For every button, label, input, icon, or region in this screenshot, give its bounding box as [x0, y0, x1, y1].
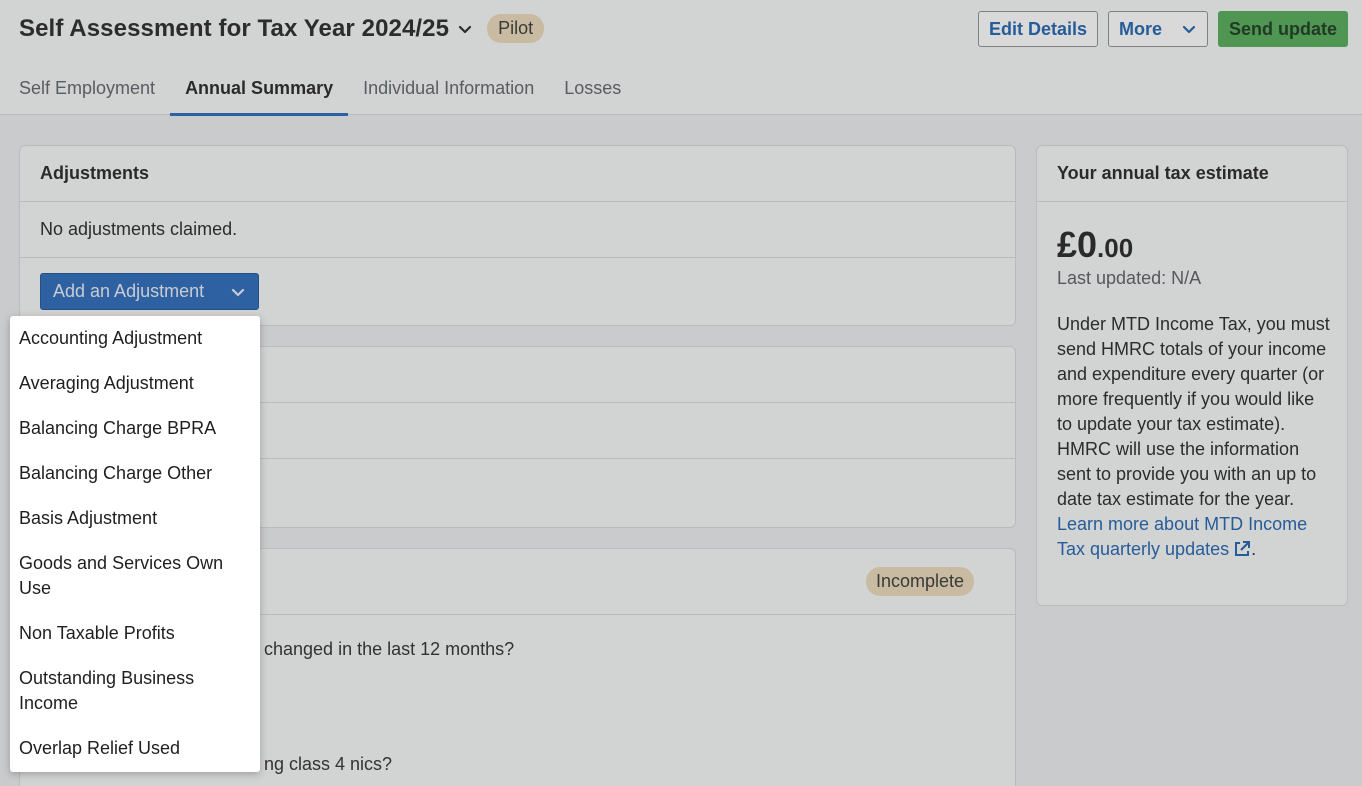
pilot-badge: Pilot [487, 14, 545, 43]
description-text: Under MTD Income Tax, you must send HMRC… [1057, 314, 1330, 509]
chevron-down-icon [231, 288, 245, 296]
learn-more-label: Learn more about MTD Income Tax quarterl… [1057, 514, 1308, 559]
tax-estimate-amount: £0.00 [1057, 224, 1133, 266]
menu-item-basis-adjustment[interactable]: Basis Adjustment [10, 506, 260, 531]
tab-bar: Self Employment Annual Summary Individua… [0, 70, 636, 116]
menu-item-goods-services-own-use[interactable]: Goods and Services Own Use [10, 551, 260, 601]
tab-annual-summary[interactable]: Annual Summary [170, 70, 349, 116]
tax-estimate-title: Your annual tax estimate [1037, 146, 1347, 202]
amount-main: £0 [1057, 224, 1098, 265]
add-adjustment-label: Add an Adjustment [53, 281, 205, 301]
estimate-description: Under MTD Income Tax, you must send HMRC… [1057, 312, 1332, 562]
header-actions: Edit Details More Send update [977, 11, 1348, 47]
tax-estimate-card: Your annual tax estimate £0.00 Last upda… [1036, 145, 1348, 606]
menu-item-non-taxable-profits[interactable]: Non Taxable Profits [10, 621, 260, 646]
menu-item-outstanding-business-income[interactable]: Outstanding Business Income [10, 666, 260, 716]
more-label: More [1118, 18, 1162, 39]
no-adjustments-text: No adjustments claimed. [20, 202, 1015, 258]
menu-item-balancing-charge-bpra[interactable]: Balancing Charge BPRA [10, 416, 260, 441]
tab-losses[interactable]: Losses [549, 70, 636, 115]
tab-individual-information[interactable]: Individual Information [348, 70, 549, 115]
adjustments-card: Adjustments No adjustments claimed. Add … [19, 145, 1016, 326]
more-button[interactable]: More [1107, 11, 1208, 47]
menu-item-overlap-relief-used[interactable]: Overlap Relief Used [10, 736, 260, 761]
page-title: Self Assessment for Tax Year 2024/25 [19, 14, 450, 42]
tab-self-employment[interactable]: Self Employment [0, 70, 170, 115]
edit-details-button[interactable]: Edit Details [977, 11, 1098, 47]
menu-item-accounting-adjustment[interactable]: Accounting Adjustment [10, 326, 260, 351]
amount-pence: .00 [1097, 233, 1134, 263]
add-adjustment-button[interactable]: Add an Adjustment [40, 273, 259, 310]
title-row: Self Assessment for Tax Year 2024/25 Pil… [19, 14, 545, 43]
page-header: Self Assessment for Tax Year 2024/25 Pil… [0, 0, 1362, 116]
adjustments-title: Adjustments [20, 146, 1015, 202]
menu-item-balancing-charge-other[interactable]: Balancing Charge Other [10, 461, 260, 486]
question-text: ng class 4 nics? [264, 754, 393, 774]
trailing-period: . [1251, 539, 1257, 559]
chevron-down-icon[interactable] [457, 21, 473, 37]
menu-item-averaging-adjustment[interactable]: Averaging Adjustment [10, 371, 260, 396]
status-badge: Incomplete [865, 567, 974, 596]
adjustment-dropdown-menu: Accounting Adjustment Averaging Adjustme… [10, 316, 260, 772]
send-update-button[interactable]: Send update [1217, 11, 1348, 47]
last-updated-text: Last updated: N/A [1057, 268, 1202, 288]
external-link-icon [1235, 541, 1251, 556]
learn-more-link[interactable]: Learn more about MTD Income Tax quarterl… [1057, 514, 1307, 559]
question-text: changed in the last 12 months? [264, 639, 515, 659]
chevron-down-icon [1182, 25, 1196, 34]
